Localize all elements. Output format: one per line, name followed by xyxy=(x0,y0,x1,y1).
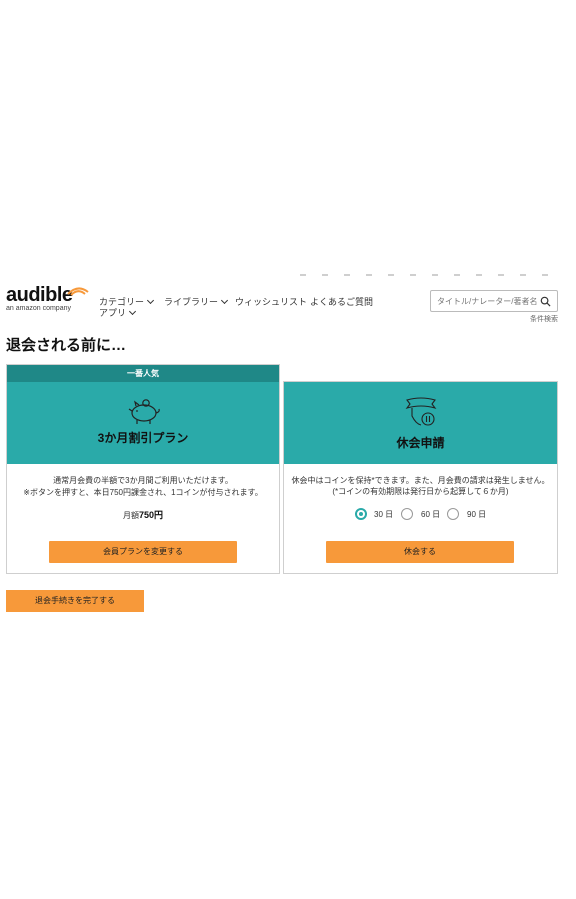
price-value: 750円 xyxy=(138,510,164,520)
popular-badge: 一番人気 xyxy=(7,365,279,382)
nav-library[interactable]: ライブラリー xyxy=(164,295,229,308)
advanced-search-link[interactable]: 条件検索 xyxy=(530,314,558,324)
nav-faq-label: よくあるご質問 xyxy=(310,297,374,307)
discount-plan-card: 一番人気 3か月割引プラン 通常月会費の半額で3か月間ご利用いただけます。 ※ボ… xyxy=(6,364,280,574)
logo-wordmark: audible xyxy=(6,284,73,306)
pause-badge-icon xyxy=(405,397,437,426)
radio-30-days[interactable] xyxy=(355,508,367,520)
pause-header: 休会申請 xyxy=(284,382,557,464)
pause-button[interactable]: 休会する xyxy=(326,541,514,563)
complete-cancellation-button[interactable]: 退会手続きを完了する xyxy=(6,590,144,612)
search-input[interactable] xyxy=(437,294,537,309)
discount-plan-title: 3か月割引プラン xyxy=(97,431,189,445)
radio-90-days[interactable] xyxy=(447,508,459,520)
pause-description-2: (*コインの有効期限は発行日から起算して６か月) xyxy=(332,487,509,496)
discount-plan-description-1: 通常月会費の半額で3か月間ご利用いただけます。 xyxy=(53,476,233,485)
pause-title: 休会申請 xyxy=(396,436,445,450)
discount-plan-price: 月額750円 xyxy=(7,508,279,521)
nav-app[interactable]: アプリ xyxy=(99,306,137,319)
nav-wishlist-label: ウィッシュリスト xyxy=(235,297,308,307)
chevron-down-icon xyxy=(220,296,229,305)
price-prefix: 月額 xyxy=(122,511,139,520)
nav-app-label: アプリ xyxy=(99,308,127,318)
logo-tagline: an amazon company xyxy=(6,305,71,312)
audible-logo[interactable]: audible an amazon company xyxy=(6,284,89,316)
blank-top-area xyxy=(0,0,576,270)
radio-90-days-label[interactable]: 90 日 xyxy=(467,509,486,520)
chevron-down-icon xyxy=(146,296,155,305)
logo-waves-icon xyxy=(67,287,89,296)
top-utility-links xyxy=(300,274,562,276)
search-icon[interactable] xyxy=(540,296,551,307)
page-title: 退会される前に… xyxy=(6,337,127,354)
nav-library-label: ライブラリー xyxy=(164,297,219,307)
radio-60-days-label[interactable]: 60 日 xyxy=(421,509,440,520)
nav-wishlist[interactable]: ウィッシュリスト xyxy=(235,295,307,308)
discount-plan-header: 一番人気 3か月割引プラン xyxy=(7,365,279,464)
search-box xyxy=(430,290,558,312)
radio-30-days-label[interactable]: 30 日 xyxy=(374,509,393,520)
discount-plan-description-2: ※ボタンを押すと、本日750円課金され、1コインが付与されます。 xyxy=(23,488,263,497)
nav-faq[interactable]: よくあるご質問 xyxy=(310,295,373,308)
pause-card: 休会申請 休会中はコインを保持*できます。また、月会費の請求は発生しません。 (… xyxy=(283,381,558,574)
change-plan-button[interactable]: 会員プランを変更する xyxy=(49,541,237,563)
radio-60-days[interactable] xyxy=(401,508,413,520)
pause-duration-options: 30 日 60 日 90 日 xyxy=(284,508,557,522)
piggy-bank-icon xyxy=(128,399,160,424)
chevron-down-icon xyxy=(128,307,137,316)
